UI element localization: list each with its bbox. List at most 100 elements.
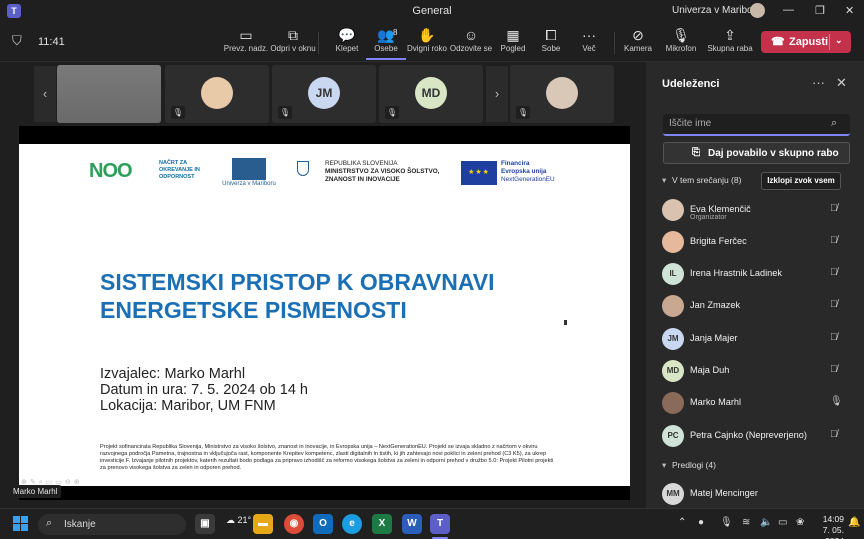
participant-row[interactable]: Brigita Ferčec 🎙̸ [662, 231, 852, 255]
clock-time: 14:09 [822, 514, 844, 524]
avatar [662, 392, 684, 414]
shield-icon[interactable]: ⛉ [12, 33, 22, 49]
teams-tray-icon[interactable]: ● [698, 517, 704, 528]
um-building-icon [232, 158, 266, 180]
taskbar-search[interactable]: ⌕ Iskanje [38, 514, 186, 535]
pop-out-button[interactable]: ⧉ Odpri v oknu [270, 26, 315, 60]
taskbar-clock[interactable]: 14:09 7. 05. 2024 [818, 514, 844, 539]
chevron-down-icon: ▾ [662, 175, 667, 185]
people-button[interactable]: 👥 8 Osebe [366, 26, 406, 60]
wifi-icon[interactable]: ≋ [742, 517, 750, 528]
panel-title: Udeleženci [662, 78, 720, 90]
participant-row[interactable]: PC Petra Cajnko (Nepreverjeno) 🎙̸ [662, 425, 852, 449]
microphone-button[interactable]: 🎙 Mikrofon [661, 26, 701, 60]
org-name[interactable]: Univerza v Mariboru [672, 5, 761, 16]
eco-icon[interactable]: ❀ [796, 517, 804, 528]
word-icon[interactable]: W [402, 514, 422, 534]
suggestion-row[interactable]: MM Matej Mencinger [662, 483, 852, 507]
slide-title: SISTEMSKI PRISTOP K OBRAVNAVI ENERGETSKE… [100, 268, 570, 324]
strip-next-button[interactable]: › [486, 66, 508, 122]
chrome-icon[interactable]: ◉ [284, 514, 304, 534]
participant-name: Brigita Ferčec [690, 236, 747, 246]
chevron-down-icon: ▾ [662, 460, 667, 470]
share-invite-button[interactable]: ⎘ Daj povabilo v skupno rabo [663, 142, 850, 164]
um-logo: Univerza v Mariboru [217, 158, 281, 187]
view-button[interactable]: ▦ Pogled [493, 26, 533, 60]
mic-off-icon: 🎙̸ [830, 267, 838, 278]
teams-icon[interactable]: T [430, 514, 450, 534]
notifications-icon[interactable]: 🔔 [848, 517, 860, 528]
eu-flag-icon: ★★★ [461, 161, 497, 185]
minimize-button[interactable]: — [783, 4, 794, 16]
maximize-button[interactable]: ❐ [815, 4, 825, 17]
mic-off-icon: 🎙 [385, 106, 399, 119]
strip-prev-button[interactable]: ‹ [34, 66, 56, 122]
participant-name: Petra Cajnko (Nepreverjeno) [690, 430, 807, 440]
weather-widget[interactable]: ☁ 21° [226, 515, 251, 526]
speaker-icon[interactable]: 🔈 [760, 517, 772, 528]
in-meeting-section-toggle[interactable]: ▾ V tem srečanju (8) [662, 175, 741, 186]
mic-off-icon: 🎙̸ [830, 299, 838, 310]
people-icon: 👥 [377, 27, 395, 43]
video-feed [57, 65, 161, 123]
account-avatar[interactable] [750, 3, 765, 18]
eu-line-1: Financira [501, 160, 530, 167]
title-bar: T General Univerza v Mariboru — ❐ ✕ [0, 0, 864, 22]
noo-logo-caption: NAČRT ZA OKREVANJE IN ODPORNOST [159, 160, 200, 180]
slide-footnote: Projekt sofinancirata Republika Slovenij… [100, 444, 554, 471]
participant-search[interactable]: ⌕ [663, 114, 850, 136]
video-tile[interactable]: 🎙 [510, 65, 614, 123]
raise-hand-button[interactable]: ✋ Dvigni roko [407, 26, 447, 60]
windows-start-icon[interactable] [13, 516, 29, 532]
take-control-button[interactable]: ▭ Prevz. nadz. [224, 26, 268, 60]
participant-name: Irena Hrastnik Ladinek [690, 268, 782, 278]
mic-off-icon: 🎙̸ [830, 429, 838, 440]
more-button[interactable]: ··· Več [569, 26, 609, 60]
mic-tray-icon[interactable]: 🎙 [720, 517, 733, 528]
suggestions-section-toggle[interactable]: ▾ Predlogi (4) [662, 460, 716, 471]
close-window-button[interactable]: ✕ [845, 4, 854, 17]
more-options-icon[interactable]: ··· [812, 75, 825, 90]
video-tile[interactable]: JM 🎙 [272, 65, 376, 123]
camera-button[interactable]: ⊘ Kamera [618, 26, 658, 60]
excel-icon[interactable]: X [372, 514, 392, 534]
video-tile[interactable]: MD 🎙 [379, 65, 483, 123]
close-icon[interactable]: ✕ [836, 75, 847, 91]
rooms-button[interactable]: ⧠ Sobe [531, 26, 571, 60]
pop-out-icon: ⧉ [288, 27, 298, 43]
share-screen-icon: ⇪ [724, 27, 736, 43]
file-explorer-icon[interactable]: ▬ [253, 514, 273, 534]
chat-button[interactable]: 💬 Klepet [327, 26, 367, 60]
weather-icon: ☁ [226, 515, 235, 525]
task-view-icon[interactable]: ▣ [195, 514, 215, 534]
eu-line-2: Evropska unija [501, 168, 547, 175]
search-icon: ⌕ [46, 517, 53, 529]
battery-icon[interactable]: ▭ [778, 517, 787, 528]
share-button[interactable]: ⇪ Skupna raba [707, 26, 752, 60]
participant-name: Janja Majer [690, 333, 738, 343]
chevron-down-icon[interactable]: ⌄ [835, 35, 843, 46]
search-input[interactable] [669, 118, 819, 129]
chevron-up-icon[interactable]: ⌃ [678, 517, 686, 528]
edge-icon[interactable]: e [342, 514, 362, 534]
participant-row[interactable]: Jan Zmazek 🎙̸ [662, 295, 852, 319]
video-tile[interactable] [57, 65, 161, 123]
mute-all-button[interactable]: Izklopi zvok vsem [761, 172, 841, 190]
participant-row[interactable]: Eva Klemenčič Organizator 🎙̸ [662, 199, 852, 223]
participants-panel: Udeleženci ··· ✕ ⌕ ⎘ Daj povabilo v skup… [646, 62, 864, 508]
react-button[interactable]: ☺ Odzovite se [450, 26, 492, 60]
avatar [201, 77, 233, 109]
leave-button[interactable]: ☎ Zapusti ⌄ [761, 31, 851, 53]
view-icon: ▦ [506, 27, 520, 43]
ministry-line-3: ZNANOST IN INOVACIJE [325, 176, 400, 183]
outlook-icon[interactable]: O [313, 514, 333, 534]
meeting-timer: 11:41 [38, 36, 65, 48]
windows-taskbar: ⌕ Iskanje ▣ ☁ 21° ▬ ◉ O e X W T ⌃ ● 🎙 ≋ … [0, 508, 864, 539]
participant-row[interactable]: JM Janja Majer 🎙̸ [662, 328, 852, 352]
mouse-cursor [564, 320, 567, 325]
participant-row[interactable]: Marko Marhl 🎙 [662, 392, 852, 416]
participant-row[interactable]: IL Irena Hrastnik Ladinek 🎙̸ [662, 263, 852, 287]
ministry-logo-text: REPUBLIKA SLOVENIJA MINISTRSTVO ZA VISOK… [325, 160, 455, 184]
video-tile[interactable]: 🎙 [165, 65, 269, 123]
participant-row[interactable]: MD Maja Duh 🎙̸ [662, 360, 852, 384]
